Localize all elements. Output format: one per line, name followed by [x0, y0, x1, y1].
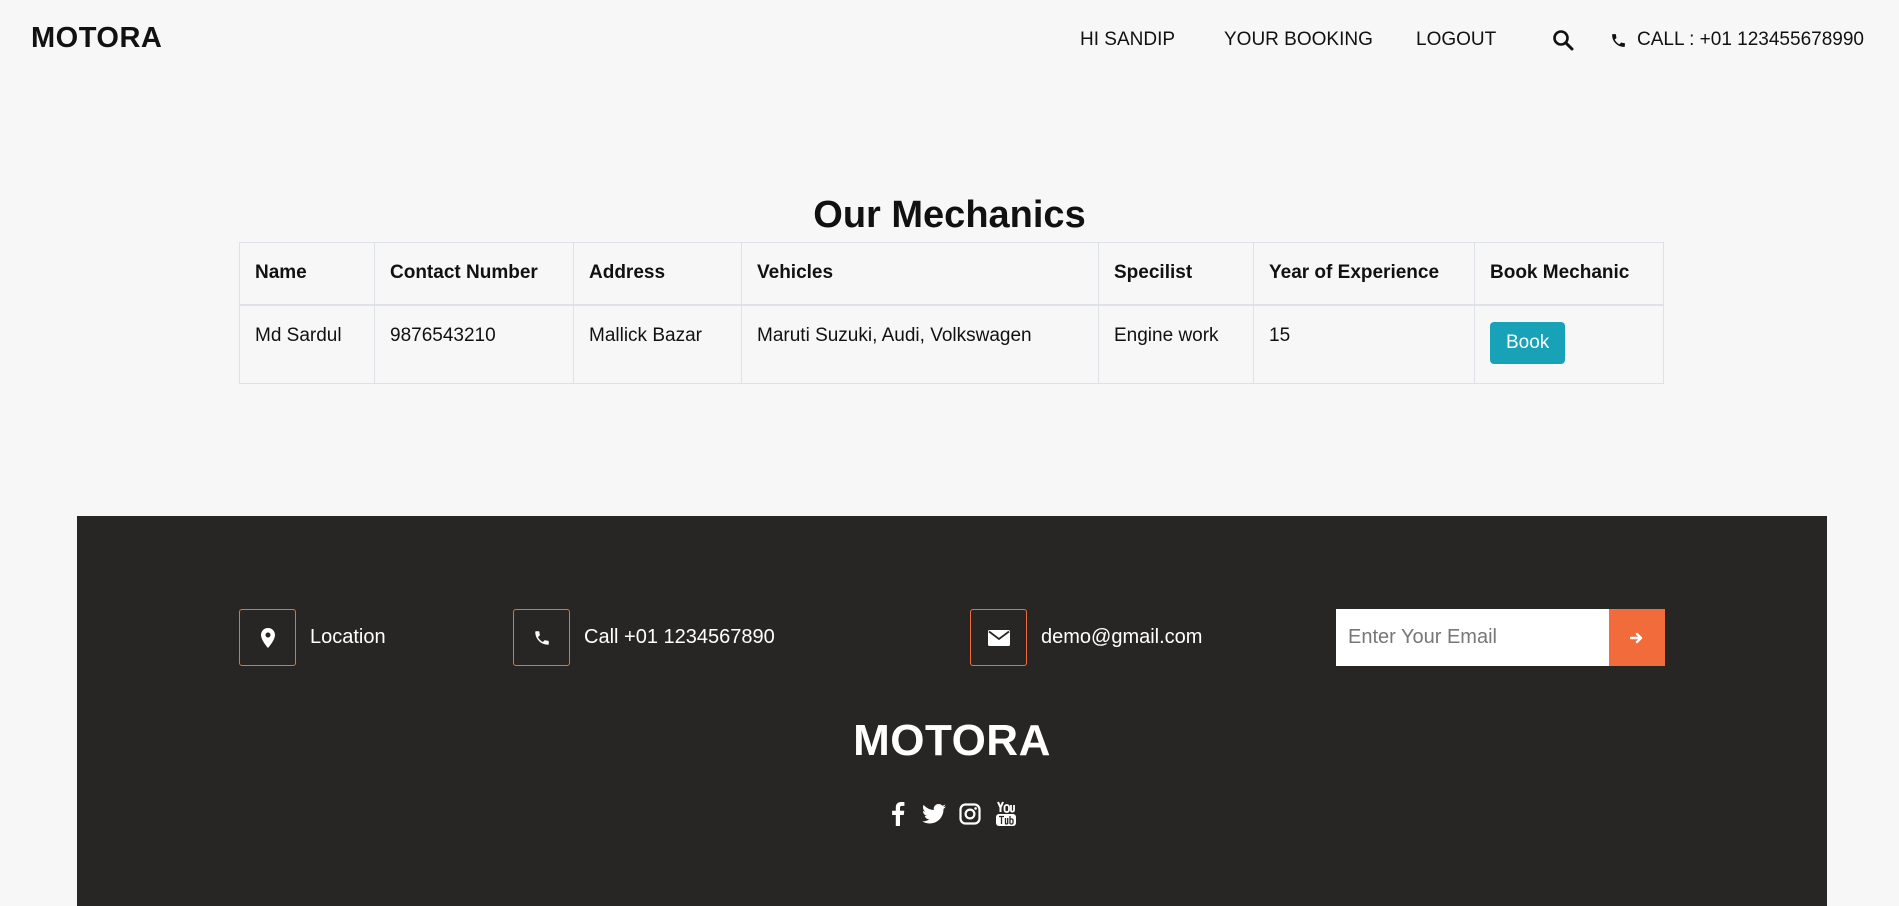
column-header-name: Name: [239, 242, 375, 306]
envelope-icon-box: [970, 609, 1027, 666]
column-header-vehicles: Vehicles: [741, 242, 1099, 306]
header-call-label: CALL : +01 123455678990: [1637, 29, 1864, 50]
footer-call[interactable]: Call +01 1234567890: [513, 609, 775, 666]
footer-email[interactable]: demo@gmail.com: [970, 609, 1202, 666]
column-header-book: Book Mechanic: [1474, 242, 1664, 306]
facebook-icon: [892, 802, 905, 826]
newsletter-email-input[interactable]: [1336, 609, 1609, 666]
mechanics-table-wrapper: Name Contact Number Address Vehicles Spe…: [239, 242, 1664, 384]
column-header-contact: Contact Number: [374, 242, 574, 306]
cell-vehicles: Maruti Suzuki, Audi, Volkswagen: [741, 304, 1099, 384]
footer-location[interactable]: Location: [239, 609, 386, 666]
envelope-icon: [987, 629, 1010, 646]
twitter-link[interactable]: [922, 801, 946, 827]
page-title: Our Mechanics: [813, 194, 1086, 236]
nav-greeting[interactable]: HI SANDIP: [1080, 29, 1175, 51]
column-header-specialist: Specilist: [1098, 242, 1254, 306]
mechanics-table: Name Contact Number Address Vehicles Spe…: [239, 242, 1664, 384]
footer-brand-logo[interactable]: MOTORA: [77, 716, 1827, 766]
search-icon: [1553, 30, 1574, 51]
site-footer: Location Call +01 1234567890 demo@gmail.…: [77, 516, 1827, 906]
cell-specialist: Engine work: [1098, 304, 1254, 384]
brand-logo[interactable]: MOTORA: [31, 22, 162, 55]
youtube-icon: [996, 801, 1016, 826]
column-header-address: Address: [573, 242, 742, 306]
instagram-link[interactable]: [958, 801, 982, 827]
footer-email-label: demo@gmail.com: [1041, 626, 1203, 648]
location-icon-box: [239, 609, 296, 666]
map-marker-icon: [260, 627, 275, 648]
footer-location-label: Location: [310, 626, 386, 648]
cell-name: Md Sardul: [239, 304, 375, 384]
phone-icon-box: [513, 609, 570, 666]
phone-icon: [1612, 33, 1625, 47]
table-header-row: Name Contact Number Address Vehicles Spe…: [239, 242, 1664, 306]
nav-logout[interactable]: LOGOUT: [1416, 29, 1496, 51]
cell-contact: 9876543210: [374, 304, 574, 384]
table-row: Md Sardul 9876543210 Mallick Bazar Marut…: [239, 304, 1664, 384]
nav-your-booking[interactable]: YOUR BOOKING: [1224, 29, 1373, 51]
newsletter-form: [1336, 609, 1665, 666]
book-button[interactable]: Book: [1490, 321, 1566, 364]
cell-address: Mallick Bazar: [573, 304, 742, 384]
site-header: MOTORA HI SANDIP YOUR BOOKING LOGOUT CAL…: [0, 0, 1899, 80]
social-links: [77, 801, 1827, 827]
newsletter-submit-button[interactable]: [1609, 609, 1665, 666]
arrow-right-icon: [1630, 632, 1643, 643]
instagram-icon: [959, 803, 981, 825]
cell-experience: 15: [1253, 304, 1475, 384]
facebook-link[interactable]: [886, 801, 910, 827]
cell-book: Book: [1474, 304, 1664, 384]
search-button[interactable]: [1552, 29, 1574, 51]
column-header-experience: Year of Experience: [1253, 242, 1475, 306]
youtube-link[interactable]: [994, 801, 1018, 827]
phone-icon: [534, 630, 549, 645]
twitter-icon: [922, 804, 946, 824]
footer-call-label: Call +01 1234567890: [584, 626, 775, 648]
header-call[interactable]: CALL : +01 123455678990: [1610, 29, 1864, 51]
